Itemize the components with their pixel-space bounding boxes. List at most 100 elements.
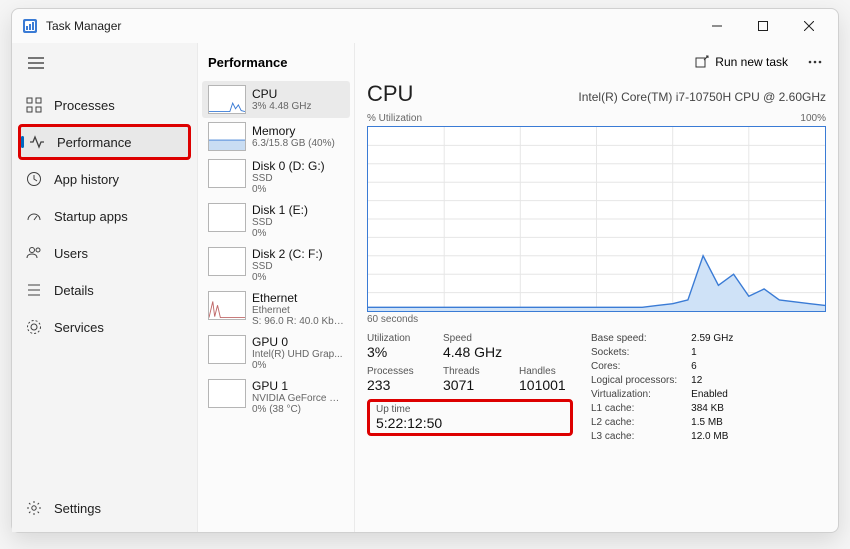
perf-item-sub: SSD [252, 173, 325, 184]
info-value: Enabled [691, 389, 733, 400]
ethernet-thumb [208, 291, 246, 320]
gpu-thumb [208, 379, 246, 408]
perf-item-sub: 6.3/15.8 GB (40%) [252, 138, 335, 149]
window-title: Task Manager [46, 19, 694, 33]
sidebar-item-settings[interactable]: Settings [18, 490, 191, 526]
info-label: Virtualization: [591, 389, 677, 400]
sidebar-item-users[interactable]: Users [18, 235, 191, 271]
services-icon [26, 319, 42, 335]
perf-item-gpu1[interactable]: GPU 1NVIDIA GeForce G...0% (38 °C) [202, 375, 350, 419]
info-label: Base speed: [591, 333, 677, 344]
sidebar-item-label: Details [54, 283, 94, 298]
perf-item-sub2: 0% (38 °C) [252, 404, 344, 415]
task-manager-window: Task Manager Processes Performance [11, 8, 839, 533]
perf-item-sub2: 0% [252, 272, 323, 283]
sidebar-item-label: Processes [54, 98, 115, 113]
cpu-thumb [208, 85, 246, 114]
stat-value: 3% [367, 344, 421, 360]
stat-value: 101001 [519, 377, 573, 393]
perf-item-title: Ethernet [252, 291, 344, 305]
close-button[interactable] [786, 11, 832, 41]
performance-panel-list: Performance CPU3% 4.48 GHz Memory6.3/15.… [198, 43, 355, 532]
activity-icon [29, 134, 45, 150]
perf-item-title: Disk 0 (D: G:) [252, 159, 325, 173]
info-label: L1 cache: [591, 403, 677, 414]
list-icon [26, 282, 42, 298]
perf-item-title: CPU [252, 87, 311, 101]
perf-item-sub: SSD [252, 261, 323, 272]
sidebar-item-startup-apps[interactable]: Startup apps [18, 198, 191, 234]
y-axis-max: 100% [800, 113, 826, 124]
perf-item-memory[interactable]: Memory6.3/15.8 GB (40%) [202, 118, 350, 155]
perf-item-sub: NVIDIA GeForce G... [252, 393, 344, 404]
info-value: 2.59 GHz [691, 333, 733, 344]
disk-thumb [208, 203, 246, 232]
perf-item-disk1[interactable]: Disk 1 (E:)SSD0% [202, 199, 350, 243]
cpu-info-grid: Base speed: 2.59 GHz Sockets: 1 Cores: 6 Lo… [591, 333, 733, 442]
uptime-value: 5:22:12:50 [376, 415, 564, 431]
info-value: 12 [691, 375, 733, 386]
stat-value: 233 [367, 377, 421, 393]
info-label: Sockets: [591, 347, 677, 358]
perf-item-cpu[interactable]: CPU3% 4.48 GHz [202, 81, 350, 118]
history-icon [26, 171, 42, 187]
perf-item-sub: 3% 4.48 GHz [252, 101, 311, 112]
sidebar: Processes Performance App history Startu… [12, 43, 198, 532]
sidebar-item-details[interactable]: Details [18, 272, 191, 308]
sidebar-item-label: Services [54, 320, 104, 335]
perf-item-title: GPU 1 [252, 379, 344, 393]
info-label: L3 cache: [591, 431, 677, 442]
perf-item-disk2[interactable]: Disk 2 (C: F:)SSD0% [202, 243, 350, 287]
app-icon [22, 18, 38, 34]
perf-item-title: GPU 0 [252, 335, 343, 349]
info-value: 384 KB [691, 403, 733, 414]
titlebar[interactable]: Task Manager [12, 9, 838, 43]
info-label: Logical processors: [591, 375, 677, 386]
perf-item-sub2: S: 96.0 R: 40.0 Kbps [252, 316, 344, 327]
perf-item-title: Memory [252, 124, 335, 138]
cpu-name: Intel(R) Core(TM) i7-10750H CPU @ 2.60GH… [578, 90, 826, 104]
perf-item-title: Disk 2 (C: F:) [252, 247, 323, 261]
info-value: 1.5 MB [691, 417, 733, 428]
perf-item-sub: Intel(R) UHD Grap... [252, 349, 343, 360]
maximize-button[interactable] [740, 11, 786, 41]
uptime-label: Up time [376, 404, 564, 415]
minimize-button[interactable] [694, 11, 740, 41]
perf-item-ethernet[interactable]: EthernetEthernetS: 96.0 R: 40.0 Kbps [202, 287, 350, 331]
gpu-thumb [208, 335, 246, 364]
run-new-task-button[interactable]: Run new task [687, 51, 796, 73]
stat-label: Processes [367, 366, 421, 377]
grid-icon [26, 97, 42, 113]
perf-item-gpu0[interactable]: GPU 0Intel(R) UHD Grap...0% [202, 331, 350, 375]
info-label: Cores: [591, 361, 677, 372]
run-task-label: Run new task [715, 55, 788, 69]
info-value: 1 [691, 347, 733, 358]
uptime-highlight: Up time 5:22:12:50 [367, 399, 573, 436]
disk-thumb [208, 159, 246, 188]
info-value: 6 [691, 361, 733, 372]
ellipsis-icon [808, 60, 822, 64]
sidebar-item-app-history[interactable]: App history [18, 161, 191, 197]
perf-item-sub2: 0% [252, 360, 343, 371]
info-label: L2 cache: [591, 417, 677, 428]
hamburger-button[interactable] [16, 45, 56, 81]
sidebar-item-label: Startup apps [54, 209, 128, 224]
y-axis-label: % Utilization [367, 113, 422, 124]
sidebar-item-performance[interactable]: Performance [18, 124, 191, 160]
more-button[interactable] [800, 48, 830, 76]
sidebar-item-label: Users [54, 246, 88, 261]
content: Performance CPU3% 4.48 GHz Memory6.3/15.… [198, 43, 838, 532]
sidebar-item-label: Settings [54, 501, 101, 516]
stat-label: Handles [519, 366, 573, 377]
sidebar-item-label: Performance [57, 135, 131, 150]
perf-item-disk0[interactable]: Disk 0 (D: G:)SSD0% [202, 155, 350, 199]
main-panel: Run new task CPU Intel(R) Core(TM) i7-10… [355, 43, 838, 532]
perf-item-sub2: 0% [252, 184, 325, 195]
sidebar-item-services[interactable]: Services [18, 309, 191, 345]
stat-value: 3071 [443, 377, 497, 393]
sidebar-item-processes[interactable]: Processes [18, 87, 191, 123]
stat-label: Threads [443, 366, 497, 377]
x-axis-label: 60 seconds [367, 314, 826, 325]
gear-icon [26, 500, 42, 516]
info-value: 12.0 MB [691, 431, 733, 442]
